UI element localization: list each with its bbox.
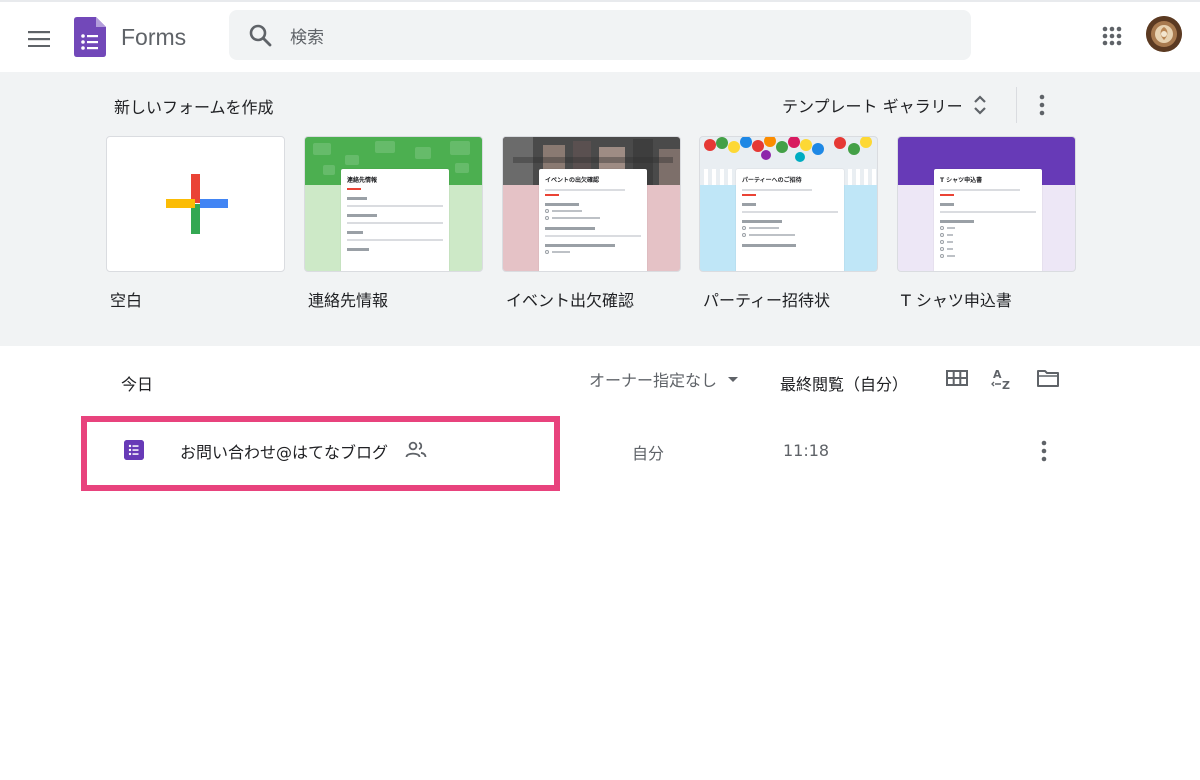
template-event-rsvp[interactable]: イベントの出欠確認 イベント出欠確認 — [502, 136, 681, 310]
template-thumbnail — [106, 136, 285, 272]
form-preview: T シャツ申込書 — [934, 169, 1042, 271]
sort-az-button[interactable]: A Z — [989, 364, 1017, 392]
template-party-invite[interactable]: パーティーへのご招待 パーティー招待状 — [699, 136, 878, 310]
form-owner: 自分 — [632, 444, 665, 463]
svg-text:A: A — [993, 368, 1002, 381]
form-file-icon — [124, 440, 144, 460]
template-label: T シャツ申込書 — [901, 291, 1012, 310]
section-label-today: 今日 — [121, 375, 154, 394]
preview-title: イベントの出欠確認 — [545, 177, 600, 184]
unfold-more-icon — [973, 95, 986, 115]
divider — [1016, 87, 1017, 123]
template-label: 空白 — [110, 291, 143, 310]
file-picker-button[interactable] — [1034, 364, 1062, 392]
template-thumbnail: 連絡先情報 — [304, 136, 483, 272]
template-gallery: 新しいフォームを作成 テンプレート ギャラリー 空白 連絡先情報 連絡先情報 イ… — [0, 72, 1200, 346]
template-tshirt-signup[interactable]: T シャツ申込書 T シャツ申込書 — [897, 136, 1076, 310]
hamburger-menu-icon — [28, 31, 50, 47]
template-label: パーティー招待状 — [703, 291, 831, 310]
shared-people-icon — [405, 440, 427, 460]
template-thumbnail: T シャツ申込書 — [897, 136, 1076, 272]
sort-last-opened[interactable]: 最終閲覧（自分） — [780, 371, 908, 395]
preview-title: パーティーへのご招待 — [742, 177, 802, 184]
more-vert-icon — [1041, 440, 1047, 462]
grid-view-icon — [946, 370, 968, 386]
search-input[interactable] — [290, 24, 940, 52]
template-gallery-toggle[interactable]: テンプレート ギャラリー — [782, 92, 987, 118]
plus-icon — [166, 174, 228, 234]
template-contact-info[interactable]: 連絡先情報 連絡先情報 — [304, 136, 483, 310]
more-vert-icon — [1039, 94, 1045, 116]
sort-by-alpha-icon: A Z — [991, 368, 1010, 391]
forms-logo-icon[interactable] — [74, 17, 106, 61]
owner-filter-label: オーナー指定なし — [589, 371, 718, 390]
owner-filter-dropdown[interactable]: オーナー指定なし — [589, 367, 745, 391]
template-thumbnail: イベントの出欠確認 — [502, 136, 681, 272]
google-apps-button[interactable] — [1098, 22, 1126, 50]
form-title[interactable]: お問い合わせ@はてなブログ — [180, 439, 388, 463]
template-gallery-label: テンプレート ギャラリー — [782, 97, 963, 116]
form-preview: 連絡先情報 — [341, 169, 449, 271]
template-blank[interactable]: 空白 — [106, 136, 285, 310]
form-preview: パーティーへのご招待 — [736, 169, 844, 271]
template-label: イベント出欠確認 — [506, 291, 635, 310]
template-label: 連絡先情報 — [308, 291, 389, 310]
form-last-opened-time: 11:18 — [783, 441, 830, 460]
apps-grid-icon — [1102, 26, 1122, 46]
template-thumbnail: パーティーへのご招待 — [699, 136, 878, 272]
arrow-drop-down-icon — [728, 377, 739, 382]
folder-icon — [1037, 370, 1059, 387]
form-preview: イベントの出欠確認 — [539, 169, 647, 271]
preview-title: T シャツ申込書 — [940, 177, 983, 184]
preview-title: 連絡先情報 — [347, 177, 378, 184]
grid-view-button[interactable] — [943, 364, 971, 392]
form-more-button[interactable] — [1032, 438, 1056, 464]
search-icon[interactable] — [248, 23, 274, 49]
svg-text:Z: Z — [1002, 379, 1010, 391]
main-menu-button[interactable] — [22, 22, 56, 56]
account-avatar[interactable] — [1146, 16, 1182, 52]
gallery-more-button[interactable] — [1030, 91, 1054, 119]
app-title[interactable]: Forms — [121, 24, 186, 51]
gallery-title: 新しいフォームを作成 — [114, 98, 274, 117]
